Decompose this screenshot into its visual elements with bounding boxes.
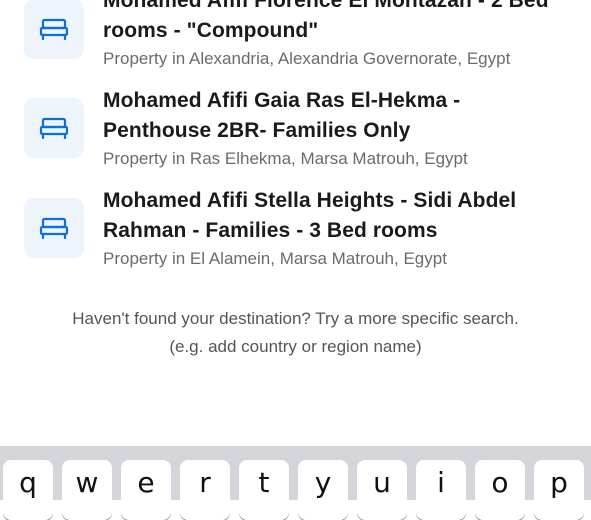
result-title: Mohamed Afifi Florence El Montazah - 2 B… [103, 0, 549, 42]
bed-icon [39, 217, 69, 239]
search-hint-example: (e.g. add country or region name) [169, 337, 422, 356]
property-icon-tile [24, 0, 84, 59]
key-i[interactable]: i [416, 460, 466, 520]
key-u[interactable]: u [357, 460, 407, 520]
search-result-item[interactable]: Mohamed Afifi Stella Heights - Sidi Abde… [0, 186, 591, 282]
result-location: Property in Ras Elhekma, Marsa Matrouh, … [103, 149, 468, 168]
key-w[interactable]: w [62, 460, 112, 520]
property-icon-tile [24, 98, 84, 158]
search-hint: Haven't found your destination? Try a mo… [0, 305, 591, 361]
bed-icon [39, 18, 69, 40]
result-location: Property in Alexandria, Alexandria Gover… [103, 49, 511, 68]
result-title: Mohamed Afifi Stella Heights - Sidi Abde… [103, 189, 517, 242]
key-r[interactable]: r [180, 460, 230, 520]
key-y[interactable]: y [298, 460, 348, 520]
search-result-item[interactable]: Mohamed Afifi Gaia Ras El-Hekma - Pentho… [0, 86, 591, 182]
result-location: Property in El Alamein, Marsa Matrouh, E… [103, 249, 447, 268]
search-hint-line: Haven't found your destination? Try a mo… [72, 309, 519, 328]
result-title: Mohamed Afifi Gaia Ras El-Hekma - Pentho… [103, 89, 461, 142]
bed-icon [39, 117, 69, 139]
key-t[interactable]: t [239, 460, 289, 520]
key-q[interactable]: q [3, 460, 53, 520]
property-icon-tile [24, 198, 84, 258]
key-p[interactable]: p [534, 460, 584, 520]
search-result-item[interactable]: Mohamed Afifi Florence El Montazah - 2 B… [0, 0, 591, 82]
key-e[interactable]: e [121, 460, 171, 520]
key-o[interactable]: o [475, 460, 525, 520]
on-screen-keyboard: q w e r t y u i o p [0, 446, 591, 520]
